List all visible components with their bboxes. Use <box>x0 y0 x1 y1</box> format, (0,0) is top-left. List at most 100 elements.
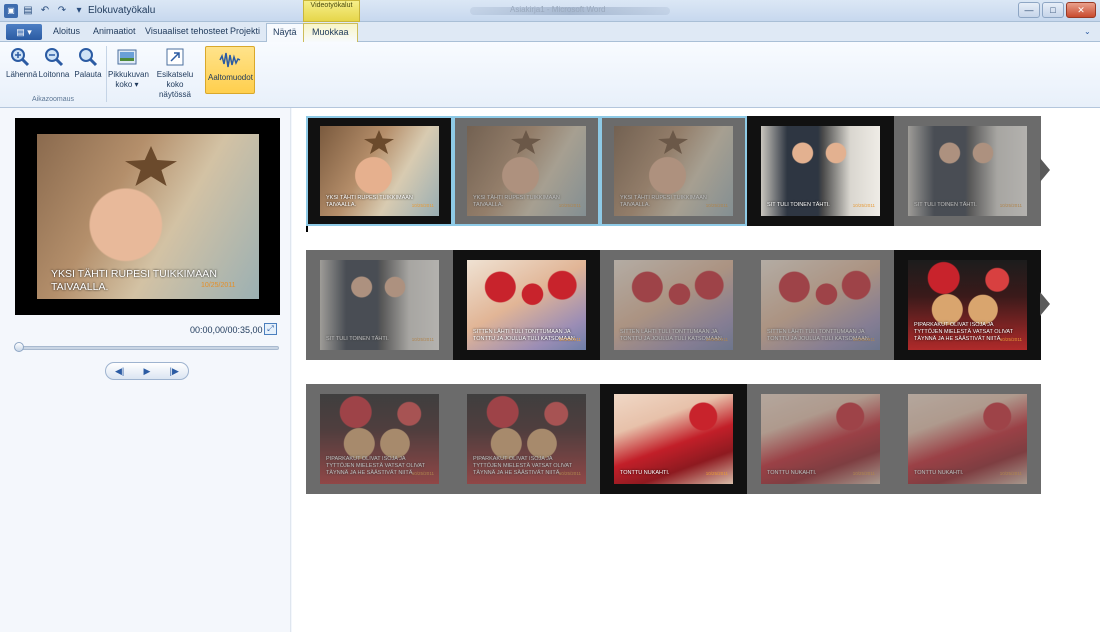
zoom-reset-button[interactable]: Palauta <box>74 46 102 80</box>
clip-date: 10/25/2011 <box>705 337 728 342</box>
ribbon-minimize-icon[interactable]: ⌄ <box>1084 27 1094 37</box>
zoom-out-button[interactable]: Loitonna <box>38 46 70 80</box>
tab-projekti[interactable]: Projekti <box>230 26 260 36</box>
zoom-in-label: Lähennä <box>6 70 38 79</box>
clip-date: 10/25/2011 <box>705 471 728 476</box>
clip-thumbnail: SITTEN LÄHTI TULI TONTTUMAAN JA TONTTU J… <box>761 260 880 350</box>
clip-date: 10/25/2011 <box>705 203 728 208</box>
video-preview[interactable]: YKSI TÄHTI RUPESI TUIKKIMAAN TAIVAALLA. … <box>15 118 280 315</box>
window-title: Elokuvatyökalu <box>88 5 156 16</box>
seek-handle[interactable] <box>14 342 24 352</box>
clip-thumbnail: PIPARKAKUT OLIVAT ISOJA JA TYTTÖJEN MIEL… <box>467 394 586 484</box>
zoom-in-button[interactable]: Lähennä <box>6 46 38 80</box>
storyboard-clip[interactable]: PIPARKAKUT OLIVAT ISOJA JA TYTTÖJEN MIEL… <box>453 384 600 494</box>
clip-thumbnail: PIPARKAKUT OLIVAT ISOJA JA TYTTÖJEN MIEL… <box>320 394 439 484</box>
clip-thumbnail: TONTTU NUKAHTI. 10/25/2011 <box>761 394 880 484</box>
fullscreen-preview-label: Esikatselu koko näytössä <box>156 70 194 99</box>
tab-aloitus[interactable]: Aloitus <box>53 26 80 36</box>
preview-date: 10/25/2011 <box>201 282 236 289</box>
star-crown-shape <box>125 146 177 186</box>
clip-thumbnail: YKSI TÄHTI RUPESI TUIKKIMAAN TAIVAALLA. 1… <box>614 126 733 216</box>
clip-date: 10/25/2011 <box>999 203 1022 208</box>
storyboard-clip[interactable]: TONTTU NUKAHTI. 10/25/2011 <box>600 384 747 494</box>
storyboard-clip[interactable]: SITTEN LÄHTI TULI TONTTUMAAN JA TONTTU J… <box>600 250 747 360</box>
storyboard-clip[interactable]: YKSI TÄHTI RUPESI TUIKKIMAAN TAIVAALLA. 1… <box>600 116 747 226</box>
window-controls: — □ ✕ <box>1018 2 1096 18</box>
clip-date: 10/25/2011 <box>999 471 1022 476</box>
waveform-icon <box>219 52 241 68</box>
clip-date: 10/25/2011 <box>852 203 875 208</box>
storyboard-clip[interactable]: PIPARKAKUT OLIVAT ISOJA JA TYTTÖJEN MIEL… <box>306 384 453 494</box>
next-frame-button[interactable]: |▶ <box>165 366 183 377</box>
tab-visuaaliset-tehosteet[interactable]: Visuaaliset tehosteet <box>145 26 228 36</box>
thumbnail-size-button[interactable]: Pikkukuvan koko ▾ <box>108 46 149 90</box>
group-separator <box>106 46 107 102</box>
clip-thumbnail: YKSI TÄHTI RUPESI TUIKKIMAAN TAIVAALLA. 1… <box>467 126 586 216</box>
storyboard-clip[interactable]: YKSI TÄHTI RUPESI TUIKKIMAAN TAIVAALLA. 1… <box>453 116 600 226</box>
zoom-reset-icon <box>79 48 98 67</box>
clip-thumbnail: YKSI TÄHTI RUPESI TUIKKIMAAN TAIVAALLA. 1… <box>320 126 439 216</box>
previous-frame-button[interactable]: ◀| <box>111 366 129 377</box>
app-icon[interactable]: ▣ <box>4 4 18 18</box>
storyboard-clip[interactable]: YKSI TÄHTI RUPESI TUIKKIMAAN TAIVAALLA. 1… <box>306 116 453 226</box>
clip-date: 10/25/2011 <box>411 471 434 476</box>
file-menu-button[interactable]: ▤ ▾ <box>6 24 42 40</box>
row-continue-arrow <box>1040 158 1050 182</box>
maximize-button[interactable]: □ <box>1042 2 1064 18</box>
clip-thumbnail: SIT TULI TOINEN TÄHTI. 10/25/2011 <box>908 126 1027 216</box>
clip-date: 10/25/2011 <box>852 337 875 342</box>
star-crown-shape <box>658 130 688 154</box>
play-button[interactable]: ▶ <box>138 366 156 377</box>
clip-date: 10/25/2011 <box>999 337 1022 342</box>
storyboard-row: YKSI TÄHTI RUPESI TUIKKIMAAN TAIVAALLA. 1… <box>306 116 1050 226</box>
undo-icon[interactable]: ↶ <box>38 4 52 18</box>
storyboard-clip[interactable]: SIT TULI TOINEN TÄHTI. 10/25/2011 <box>747 116 894 226</box>
storyboard: YKSI TÄHTI RUPESI TUIKKIMAAN TAIVAALLA. 1… <box>292 108 1100 632</box>
clip-thumbnail: SITTEN LÄHTI TULI TONTTUMAAN JA TONTTU J… <box>614 260 733 350</box>
row-continue-arrow <box>1040 292 1050 316</box>
fullscreen-preview-button[interactable]: Esikatselu koko näytössä <box>150 46 200 100</box>
customize-qat-icon[interactable]: ▾ <box>72 4 86 18</box>
star-crown-shape <box>511 130 541 154</box>
redo-icon[interactable]: ↷ <box>55 4 69 18</box>
clip-thumbnail: SITTEN LÄHTI TULI TONTTUMAAN JA TONTTU J… <box>467 260 586 350</box>
zoom-out-label: Loitonna <box>38 70 70 79</box>
clip-thumbnail: TONTTU NUKAHTI. 10/25/2011 <box>908 394 1027 484</box>
clip-date: 10/25/2011 <box>411 337 434 342</box>
zoom-in-icon <box>11 48 30 67</box>
zoom-reset-label: Palauta <box>74 70 102 79</box>
fullscreen-preview-icon <box>166 48 184 66</box>
waveform-button[interactable]: Aaltomuodot <box>205 46 255 94</box>
storyboard-clip[interactable]: SIT TULI TOINEN TÄHTI. 10/25/2011 <box>306 250 453 360</box>
storyboard-clip[interactable]: PIPARKAKUT OLIVAT ISOJA JA TYTTÖJEN MIEL… <box>894 250 1041 360</box>
tab-muokkaa[interactable]: Muokkaa <box>303 23 358 42</box>
clip-thumbnail: SIT TULI TOINEN TÄHTI. 10/25/2011 <box>320 260 439 350</box>
context-tab-group-label: Videotyökalut <box>303 0 360 22</box>
storyboard-clip[interactable]: SITTEN LÄHTI TULI TONTTUMAAN JA TONTTU J… <box>453 250 600 360</box>
clip-date: 10/25/2011 <box>558 337 581 342</box>
clip-date: 10/25/2011 <box>558 203 581 208</box>
background-window-title: Asiakirja1 - Microsoft Word <box>510 5 606 14</box>
playback-controls: ◀| ▶ |▶ <box>105 362 189 380</box>
clip-date: 10/25/2011 <box>852 471 875 476</box>
storyboard-clip[interactable]: TONTTU NUKAHTI. 10/25/2011 <box>747 384 894 494</box>
clip-thumbnail: PIPARKAKUT OLIVAT ISOJA JA TYTTÖJEN MIEL… <box>908 260 1027 350</box>
preview-caption: YKSI TÄHTI RUPESI TUIKKIMAAN TAIVAALLA. <box>51 268 217 293</box>
seek-bar[interactable] <box>17 346 279 350</box>
close-button[interactable]: ✕ <box>1066 2 1096 18</box>
fullscreen-icon[interactable]: ⤢ <box>264 323 277 335</box>
tab-animaatiot[interactable]: Animaatiot <box>93 26 136 36</box>
minimize-button[interactable]: — <box>1018 2 1040 18</box>
quick-access-toolbar: ▣ ▤ ↶ ↷ ▾ <box>4 3 86 19</box>
clip-date: 10/25/2011 <box>558 471 581 476</box>
storyboard-clip[interactable]: SIT TULI TOINEN TÄHTI. 10/25/2011 <box>894 116 1041 226</box>
zoom-out-icon <box>45 48 64 67</box>
clip-thumbnail: TONTTU NUKAHTI. 10/25/2011 <box>614 394 733 484</box>
thumbnail-size-icon <box>117 49 137 65</box>
tab-nayta[interactable]: Näytä <box>266 23 304 42</box>
storyboard-clip[interactable]: SITTEN LÄHTI TULI TONTTUMAAN JA TONTTU J… <box>747 250 894 360</box>
save-icon[interactable]: ▤ <box>21 4 35 18</box>
storyboard-clip[interactable]: TONTTU NUKAHTI. 10/25/2011 <box>894 384 1041 494</box>
clip-thumbnail: SIT TULI TOINEN TÄHTI. 10/25/2011 <box>761 126 880 216</box>
zoom-group-label: Aikazoomaus <box>31 96 75 103</box>
